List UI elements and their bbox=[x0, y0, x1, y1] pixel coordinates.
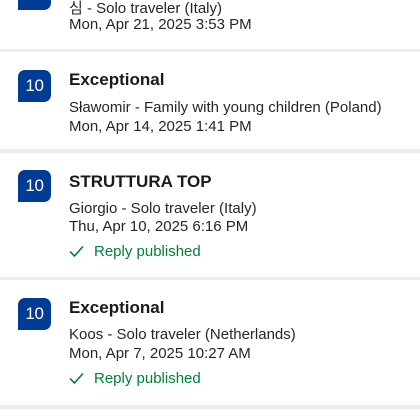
review-score-badge: 10 bbox=[18, 298, 51, 330]
reply-status: Reply published bbox=[69, 370, 201, 387]
review-title: Exceptional bbox=[69, 298, 165, 317]
reply-status-label: Reply published bbox=[94, 370, 201, 387]
review-title: Exceptional bbox=[69, 70, 165, 89]
reply-status: Reply published bbox=[69, 243, 201, 260]
review-date: Mon, Apr 21, 2025 3:53 PM bbox=[69, 16, 252, 33]
reply-status-label: Reply published bbox=[94, 243, 201, 260]
review-date: Mon, Apr 7, 2025 10:27 AM bbox=[69, 345, 251, 362]
review-date: Thu, Apr 10, 2025 6:16 PM bbox=[69, 218, 249, 235]
review-score-badge bbox=[18, 0, 51, 10]
review-card[interactable] bbox=[0, 409, 420, 420]
review-card[interactable]: 10 Exceptional Koos - Solo traveler (Net… bbox=[0, 280, 420, 405]
review-title: STRUTTURA TOP bbox=[69, 172, 212, 191]
check-icon bbox=[69, 373, 84, 384]
review-score-badge: 10 bbox=[18, 70, 51, 102]
check-icon bbox=[69, 246, 84, 257]
review-card[interactable]: 심 - Solo traveler (Italy) Mon, Apr 21, 2… bbox=[0, 0, 420, 49]
reviewer-info: Koos - Solo traveler (Netherlands) bbox=[69, 326, 296, 343]
review-date: Mon, Apr 14, 2025 1:41 PM bbox=[69, 118, 252, 135]
review-score-badge: 10 bbox=[18, 170, 51, 202]
reviewer-info: Giorgio - Solo traveler (Italy) bbox=[69, 200, 257, 217]
reviewer-info: Sławomir - Family with young children (P… bbox=[69, 99, 382, 116]
review-card[interactable]: 10 STRUTTURA TOP Giorgio - Solo traveler… bbox=[0, 153, 420, 277]
review-card[interactable]: 10 Exceptional Sławomir - Family with yo… bbox=[0, 52, 420, 149]
